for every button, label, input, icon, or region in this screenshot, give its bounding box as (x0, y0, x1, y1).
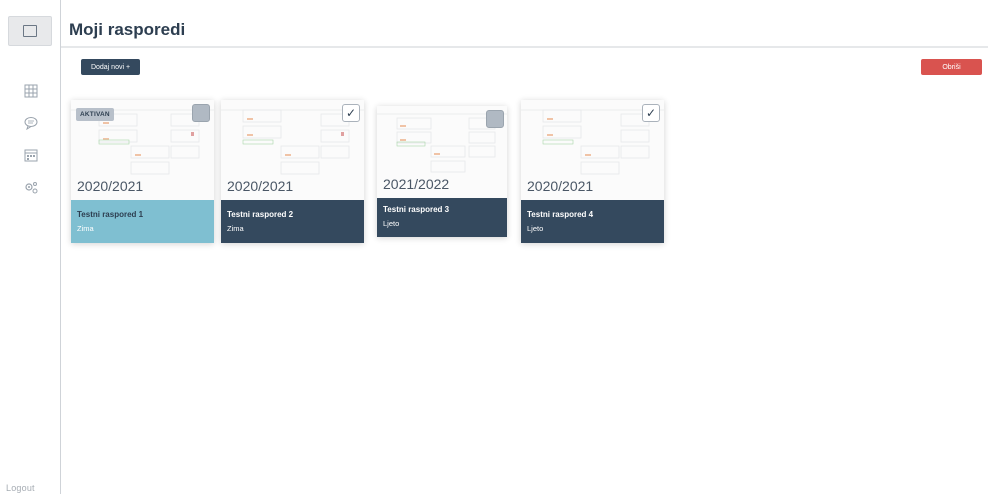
select-checkbox[interactable]: ✓ (642, 104, 660, 122)
grid-icon[interactable] (24, 84, 38, 98)
select-checkbox[interactable] (192, 104, 210, 122)
logout-link[interactable]: Logout (6, 483, 35, 493)
schedule-season: Zima (227, 224, 244, 233)
sidebar: Logout (0, 0, 61, 494)
schedule-footer: Testni raspored 2 Zima (221, 200, 364, 243)
schedule-name: Testni raspored 1 (77, 210, 144, 219)
schedule-year: 2020/2021 (77, 178, 144, 194)
schedule-year: 2020/2021 (527, 178, 594, 194)
select-checkbox[interactable] (486, 110, 504, 128)
select-checkbox[interactable]: ✓ (342, 104, 360, 122)
checkmark-icon: ✓ (645, 106, 657, 120)
checkmark-icon: ✓ (345, 106, 357, 120)
schedule-season: Ljeto (527, 224, 544, 233)
schedule-footer: Testni raspored 1 Zima (71, 200, 214, 243)
schedule-name: Testni raspored 3 (383, 205, 450, 214)
schedule-season: Zima (77, 224, 94, 233)
schedule-name: Testni raspored 4 (527, 210, 594, 219)
menu-toggle-button[interactable] (8, 16, 52, 46)
schedule-card[interactable]: ✓ 2020/2021 Testni raspored 2 Zima (221, 100, 364, 243)
schedule-card[interactable]: AKTIVAN 2020/2021 Testni raspored 1 Zima (71, 100, 214, 243)
schedule-year: 2021/2022 (383, 176, 450, 192)
window-icon (23, 25, 37, 37)
active-badge: AKTIVAN (76, 108, 114, 121)
schedule-footer: Testni raspored 3 Ljeto (377, 198, 507, 237)
chat-icon[interactable] (24, 116, 38, 130)
add-new-button[interactable]: Dodaj novi + (81, 59, 140, 75)
delete-button[interactable]: Obriši (921, 59, 982, 75)
page-title: Moji rasporedi (69, 20, 186, 39)
schedule-name: Testni raspored 2 (227, 210, 294, 219)
schedule-footer: Testni raspored 4 Ljeto (521, 200, 664, 243)
page-header: Moji rasporedi (61, 12, 988, 48)
settings-icon[interactable] (24, 181, 38, 195)
schedule-card[interactable]: ✓ 2020/2021 Testni raspored 4 Ljeto (521, 100, 664, 243)
schedule-card[interactable]: 2021/2022 Testni raspored 3 Ljeto (377, 106, 507, 237)
calendar-icon[interactable] (24, 148, 38, 162)
schedule-season: Ljeto (383, 219, 400, 228)
schedule-year: 2020/2021 (227, 178, 294, 194)
